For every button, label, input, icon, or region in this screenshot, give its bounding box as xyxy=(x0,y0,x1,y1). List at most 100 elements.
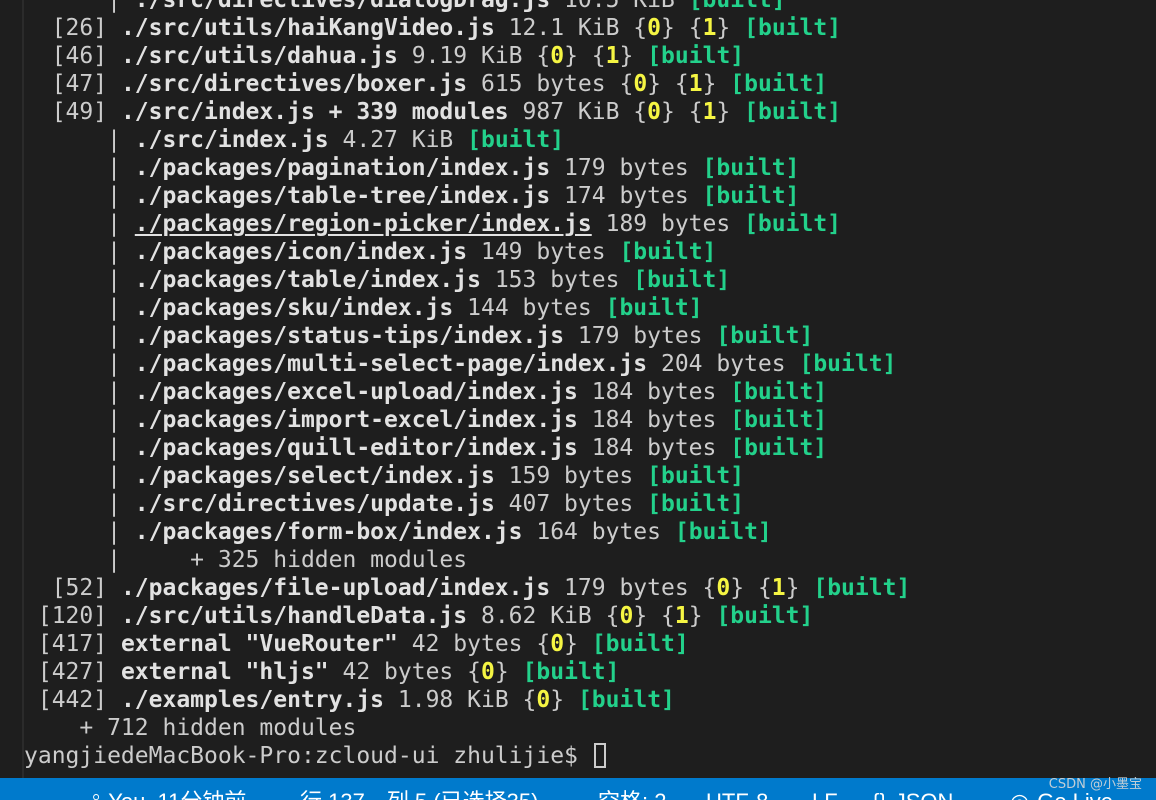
module-id: [442] xyxy=(24,687,121,713)
built-status: [built] xyxy=(716,603,814,629)
terminal-line: | ./src/directives/dialogDrag.js 10.5 Ki… xyxy=(24,0,1156,14)
terminal-panel[interactable]: | ./src/directives/dialogDrag.js 10.5 Ki… xyxy=(24,0,1156,778)
terminal-cursor[interactable] xyxy=(593,743,606,768)
chunk-id: 1 xyxy=(674,603,689,629)
chunk-id: 0 xyxy=(633,71,648,97)
terminal-line: | ./src/directives/update.js 407 bytes [… xyxy=(24,490,1156,518)
module-size: 12.1 KiB xyxy=(494,15,634,41)
module-size: 149 bytes xyxy=(467,239,620,265)
chunk-id: 1 xyxy=(605,43,620,69)
status-git-blame[interactable]: ⟟You, 11分钟前 xyxy=(92,787,246,800)
built-status: [built] xyxy=(605,295,703,321)
chunk-brace: } { xyxy=(661,15,703,41)
chunk-brace: } xyxy=(619,43,648,69)
module-path: ./src/utils/dahua.js xyxy=(120,43,398,69)
module-path: ./packages/table-tree/index.js xyxy=(134,183,551,209)
module-path: ./src/index.js + 339 modules xyxy=(120,99,509,125)
status-language[interactable]: {}JSON xyxy=(872,787,953,800)
terminal-line: | ./packages/form-box/index.js 164 bytes… xyxy=(24,518,1156,546)
tree-pipe: | xyxy=(24,435,135,461)
chunk-id: 0 xyxy=(716,575,731,601)
chunk-brace: { xyxy=(605,603,620,629)
terminal-line: + 712 hidden modules xyxy=(24,714,1156,742)
status-cursor-position[interactable]: 行 137，列 5 (已选择35) xyxy=(300,787,538,800)
hidden-modules-note: + 325 hidden modules xyxy=(134,547,468,573)
terminal-prompt-line[interactable]: yangjiedeMacBook-Pro:zcloud-ui zhulijie$ xyxy=(24,742,1156,770)
module-size: 159 bytes xyxy=(494,463,648,489)
status-eol[interactable]: LF xyxy=(812,787,838,800)
module-path: ./src/directives/update.js xyxy=(134,491,495,517)
chunk-brace: } { xyxy=(661,99,703,125)
tree-pipe: | xyxy=(24,379,135,405)
module-id: [52] xyxy=(24,575,121,601)
module-id: [26] xyxy=(24,15,121,41)
status-bar: ⟟You, 11分钟前 行 137，列 5 (已选择35) 空格: 2 UTF-… xyxy=(0,778,1156,800)
chunk-brace: } xyxy=(716,15,745,41)
built-status: [built] xyxy=(730,71,828,97)
tree-pipe: | xyxy=(24,547,135,573)
module-path: ./packages/multi-select-page/index.js xyxy=(134,351,648,377)
terminal-line: [417] external "VueRouter" 42 bytes {0} … xyxy=(24,630,1156,658)
chunk-id: 0 xyxy=(619,603,634,629)
module-size: 615 bytes xyxy=(467,71,620,97)
terminal-line: | + 325 hidden modules xyxy=(24,546,1156,574)
tree-pipe: | xyxy=(24,127,135,153)
built-status: [built] xyxy=(688,0,786,13)
terminal-line: [46] ./src/utils/dahua.js 9.19 KiB {0} {… xyxy=(24,42,1156,70)
built-status: [built] xyxy=(467,127,565,153)
terminal-line: | ./packages/icon/index.js 149 bytes [bu… xyxy=(24,238,1156,266)
terminal-line: [442] ./examples/entry.js 1.98 KiB {0} [… xyxy=(24,686,1156,714)
tree-pipe: | xyxy=(24,211,135,237)
chunk-id: 0 xyxy=(536,687,551,713)
chunk-brace: } xyxy=(550,687,578,713)
chunk-brace: { xyxy=(619,71,634,97)
terminal-line: | ./packages/import-excel/index.js 184 b… xyxy=(24,406,1156,434)
module-id: [47] xyxy=(24,71,121,97)
module-id: [49] xyxy=(24,99,121,125)
tree-pipe: | xyxy=(24,239,135,265)
status-encoding[interactable]: UTF-8 xyxy=(706,787,768,800)
chunk-id: 1 xyxy=(771,575,786,601)
status-indentation[interactable]: 空格: 2 xyxy=(598,787,666,800)
tree-pipe: | xyxy=(24,351,135,377)
module-path: ./packages/form-box/index.js xyxy=(134,519,523,545)
chunk-id: 1 xyxy=(702,99,717,125)
chunk-brace: } xyxy=(702,71,731,97)
chunk-id: 0 xyxy=(550,631,565,657)
module-size: 184 bytes xyxy=(577,435,731,461)
module-id: [46] xyxy=(24,43,121,69)
chunk-id: 0 xyxy=(647,15,662,41)
module-size: 10.5 KiB xyxy=(550,0,689,13)
terminal-line: [49] ./src/index.js + 339 modules 987 Ki… xyxy=(24,98,1156,126)
module-path: ./src/directives/dialogDrag.js xyxy=(134,0,551,13)
terminal-line: | ./packages/multi-select-page/index.js … xyxy=(24,350,1156,378)
terminal-line: | ./packages/select/index.js 159 bytes [… xyxy=(24,462,1156,490)
built-status: [built] xyxy=(647,463,745,489)
module-size: 184 bytes xyxy=(577,379,731,405)
built-status: [built] xyxy=(591,631,689,657)
chunk-brace: } xyxy=(785,575,814,601)
module-path: ./packages/table/index.js xyxy=(134,267,481,293)
module-path: ./packages/icon/index.js xyxy=(134,239,468,265)
module-size: 144 bytes xyxy=(453,295,606,321)
module-path: ./packages/select/index.js xyxy=(134,463,495,489)
built-status: [built] xyxy=(813,575,911,601)
built-status: [built] xyxy=(744,99,842,125)
module-size: 189 bytes xyxy=(591,211,745,237)
tree-pipe: | xyxy=(24,0,135,13)
module-id: [427] xyxy=(24,659,121,685)
module-path-link[interactable]: ./packages/region-picker/index.js xyxy=(135,211,592,237)
module-path: ./packages/import-excel/index.js xyxy=(134,407,578,433)
module-size: 8.62 KiB xyxy=(467,603,606,629)
module-path: external "hljs" xyxy=(120,659,329,685)
built-status: [built] xyxy=(702,155,800,181)
tree-pipe: | xyxy=(24,491,135,517)
module-size: 204 bytes xyxy=(647,351,800,377)
chunk-brace: { xyxy=(522,687,537,713)
module-size: 407 bytes xyxy=(494,491,648,517)
module-path: ./packages/status-tips/index.js xyxy=(134,323,565,349)
module-path: ./packages/quill-editor/index.js xyxy=(134,435,578,461)
tree-pipe: | xyxy=(24,183,135,209)
chunk-brace: } { xyxy=(647,71,689,97)
module-path: ./examples/entry.js xyxy=(120,687,385,713)
